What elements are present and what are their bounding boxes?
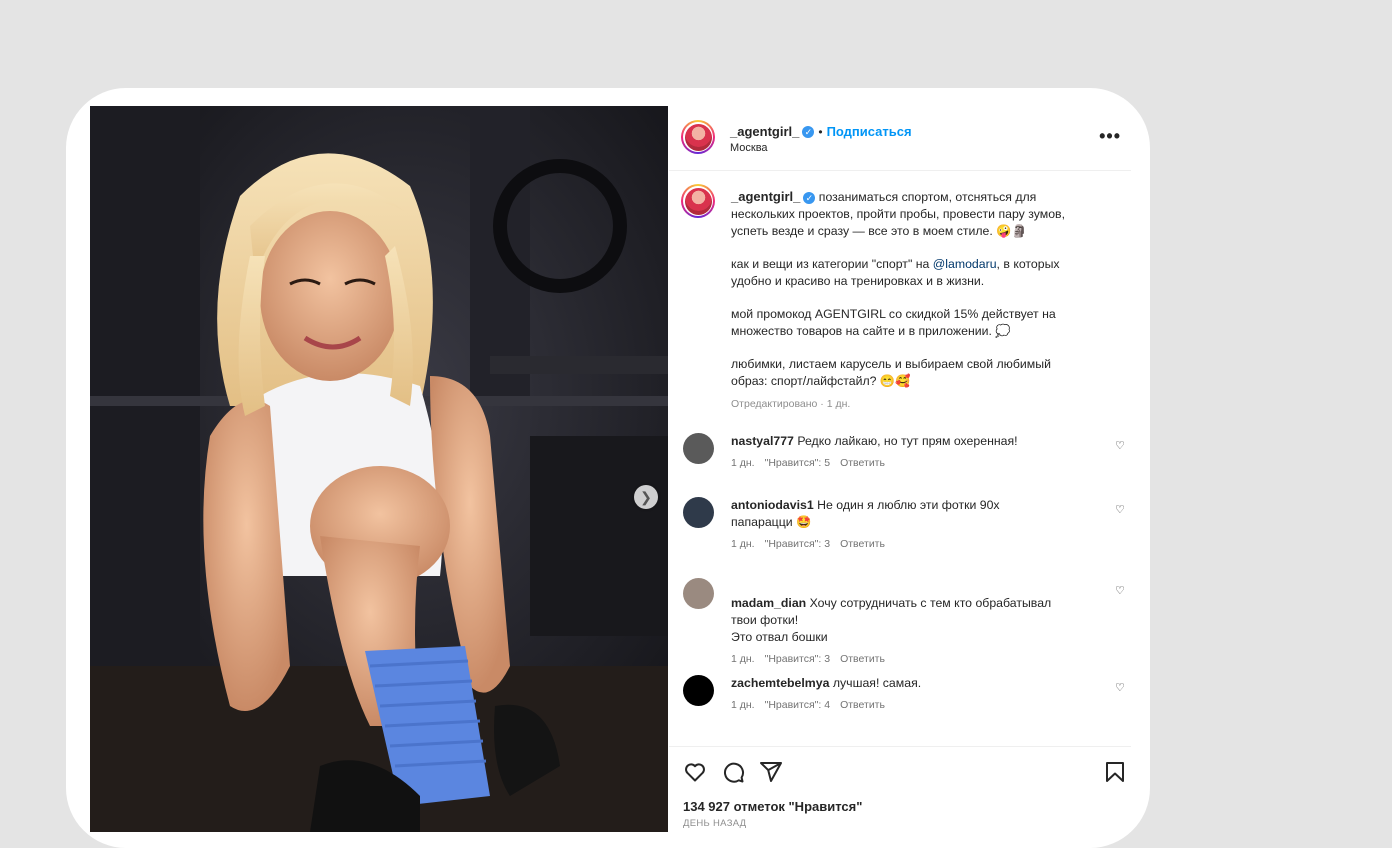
comment-like-heart-icon[interactable]: ♡ — [1115, 681, 1125, 694]
comment-like-heart-icon[interactable]: ♡ — [1115, 584, 1125, 597]
reply-button[interactable]: Ответить — [840, 653, 885, 665]
comment-body: zachemtebelmya лучшая! самая. 1 дн. "Нрав… — [731, 675, 1061, 714]
comment-avatar[interactable] — [683, 433, 714, 464]
post-location[interactable]: Москва — [730, 142, 768, 154]
comment-like-heart-icon[interactable]: ♡ — [1115, 503, 1125, 516]
likes-count[interactable]: 134 927 отметок "Нравится" — [683, 799, 862, 814]
comment-avatar[interactable] — [683, 497, 714, 528]
carousel-next-button[interactable]: ❯ — [634, 485, 658, 509]
mention-link[interactable]: @lamodaru — [933, 257, 997, 271]
comment-time[interactable]: 1 дн. — [731, 653, 755, 665]
comment-time[interactable]: 1 дн. — [731, 538, 755, 550]
chevron-right-icon: ❯ — [640, 488, 652, 505]
comment-time[interactable]: 1 дн. — [731, 699, 755, 711]
caption-paragraph-2: как и вещи из категории "спорт" на @lamo… — [731, 256, 1081, 290]
post-header: _agentgirl_ ✓ • Подписаться Москва ••• — [669, 106, 1131, 171]
verified-icon: ✓ — [803, 191, 816, 204]
comment-likes[interactable]: "Нравится": 5 — [765, 457, 830, 469]
caption-avatar[interactable] — [681, 184, 715, 218]
header-username[interactable]: _agentgirl_ — [730, 124, 799, 139]
comment-like-heart-icon[interactable]: ♡ — [1115, 439, 1125, 452]
header-avatar[interactable] — [681, 120, 715, 154]
reply-button[interactable]: Ответить — [840, 457, 885, 469]
comment-body: antoniodavis1 Не один я люблю эти фотки … — [731, 497, 1061, 553]
follow-button[interactable]: Подписаться — [827, 124, 912, 139]
comment-body: nastyal777 Редко лайкаю, но тут прям охе… — [731, 433, 1061, 472]
comment-body: madam_dian Хочу сотрудничать с тем кто о… — [731, 578, 1061, 685]
comment-username[interactable]: antoniodavis1 — [731, 498, 814, 512]
share-icon[interactable] — [759, 760, 783, 784]
comment-meta: 1 дн. "Нравится": 3 Ответить — [731, 651, 1061, 668]
comment-meta: 1 дн. "Нравится": 3 Ответить — [731, 536, 1061, 553]
header-user-row: _agentgirl_ ✓ • Подписаться — [730, 123, 912, 141]
comment-likes[interactable]: "Нравится": 3 — [765, 653, 830, 665]
comment-avatar[interactable] — [683, 578, 714, 609]
heart-icon[interactable] — [683, 760, 707, 784]
more-options-button[interactable]: ••• — [1099, 126, 1121, 147]
comment-avatar[interactable] — [683, 675, 714, 706]
caption-paragraph-3: мой промокод AGENTGIRL со скидкой 15% де… — [731, 307, 1056, 338]
comment-icon[interactable] — [721, 760, 745, 784]
photo-illustration — [90, 106, 668, 832]
post-photo[interactable] — [90, 106, 668, 832]
caption-text-2a: как и вещи из категории "спорт" на — [731, 257, 933, 271]
comment-meta: 1 дн. "Нравится": 5 Ответить — [731, 455, 1061, 472]
reply-button[interactable]: Ответить — [840, 699, 885, 711]
separator-dot: • — [818, 125, 823, 139]
comment-username[interactable]: nastyal777 — [731, 434, 794, 448]
action-bar — [683, 760, 1129, 786]
comment-time[interactable]: 1 дн. — [731, 457, 755, 469]
caption-edited: Отредактировано · 1 дн. — [731, 398, 851, 410]
comment-username[interactable]: madam_dian — [731, 596, 806, 610]
post-panel: _agentgirl_ ✓ • Подписаться Москва ••• _age… — [669, 106, 1131, 832]
reply-button[interactable]: Ответить — [840, 538, 885, 550]
caption-paragraph-4: любимки, листаем карусель и выбираем сво… — [731, 357, 1051, 388]
comment-text: лучшая! самая. — [832, 676, 922, 690]
caption-paragraph-1: _agentgirl_ ✓ позаниматься спортом, отсня… — [731, 188, 1081, 240]
actions-divider — [669, 746, 1131, 747]
comment-username[interactable]: zachemtebelmya — [731, 676, 829, 690]
post-time[interactable]: ДЕНЬ НАЗАД — [683, 818, 746, 829]
caption-username[interactable]: _agentgirl_ — [731, 189, 800, 204]
verified-icon: ✓ — [802, 125, 815, 138]
post-caption: _agentgirl_ ✓ позаниматься спортом, отсня… — [731, 188, 1081, 413]
comment-meta: 1 дн. "Нравится": 4 Ответить — [731, 697, 1061, 714]
comment-likes[interactable]: "Нравится": 4 — [765, 699, 830, 711]
comment-likes[interactable]: "Нравится": 3 — [765, 538, 830, 550]
bookmark-icon[interactable] — [1103, 760, 1127, 784]
comment-text: Редко лайкаю, но тут прям охеренная! — [797, 434, 1018, 448]
